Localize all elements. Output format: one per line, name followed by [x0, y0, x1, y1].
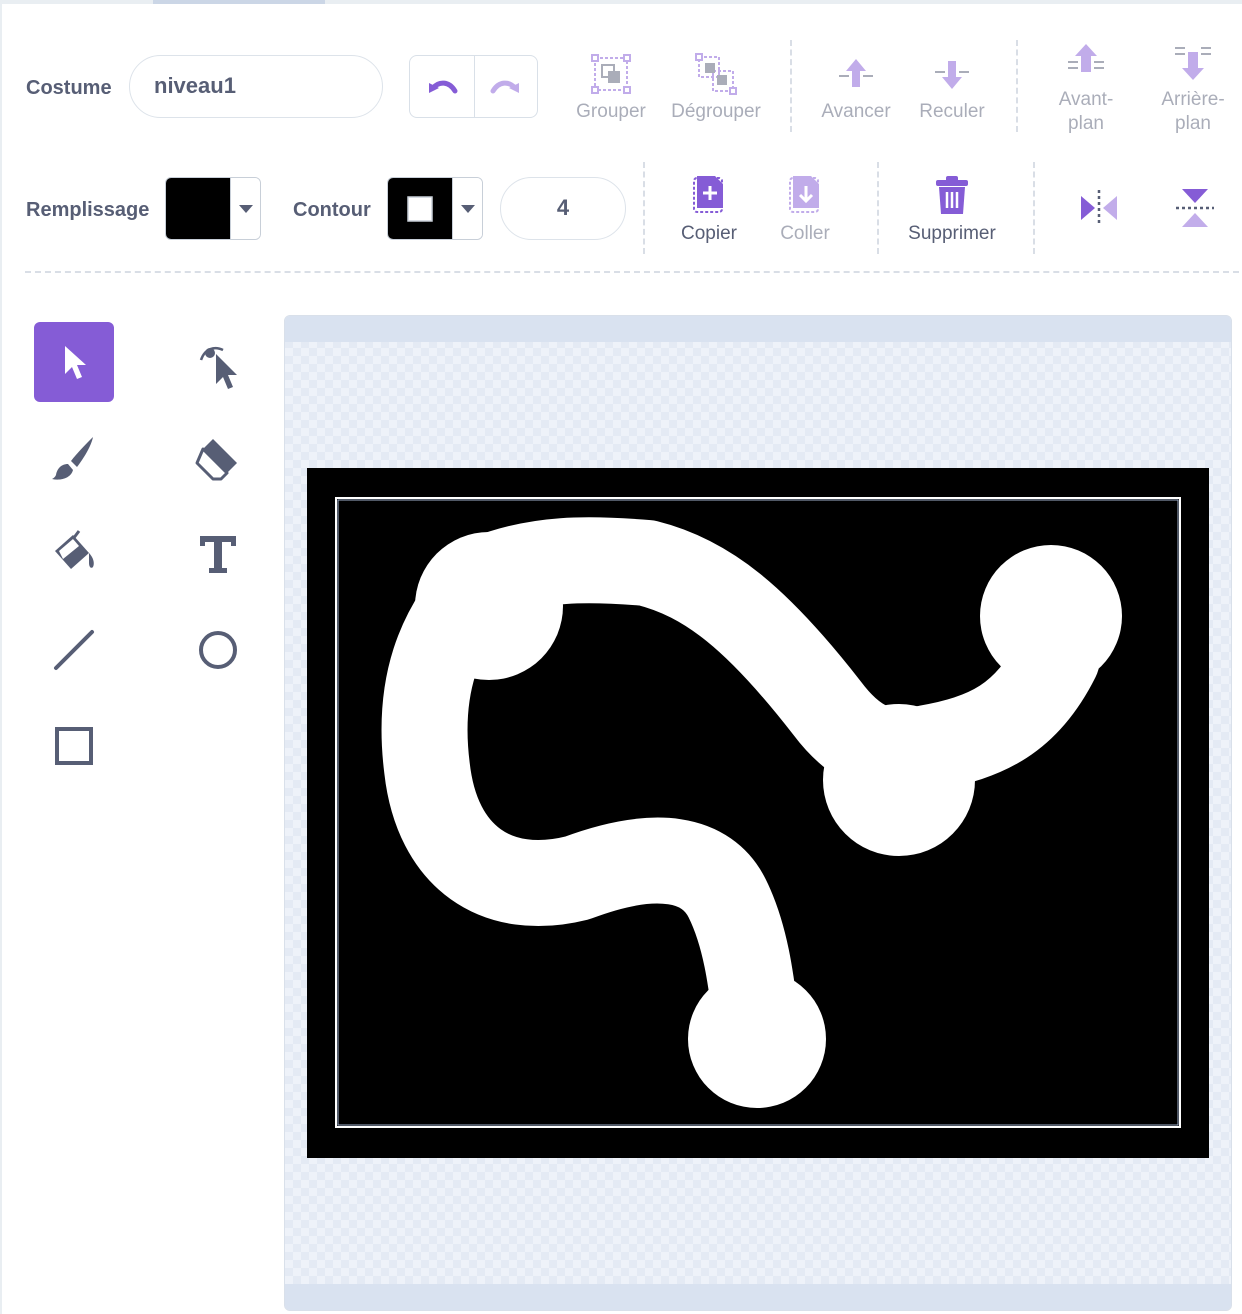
ungroup-button[interactable]: Dégrouper	[666, 50, 766, 124]
fill-dropdown-arrow[interactable]	[230, 178, 260, 239]
costume-name-input[interactable]: niveau1	[129, 55, 383, 118]
line-icon	[54, 630, 94, 670]
caret-down-icon	[238, 204, 253, 213]
flip-horizontal-button[interactable]	[1076, 188, 1122, 228]
bring-to-front-button[interactable]: Avant- plan	[1046, 40, 1126, 136]
divider	[1033, 162, 1035, 254]
copy-button[interactable]: Copier	[670, 172, 748, 246]
outline-color-picker[interactable]	[387, 177, 483, 240]
divider	[1016, 40, 1018, 132]
send-to-back-icon	[1175, 47, 1211, 80]
redo-icon	[490, 80, 519, 93]
line-tool[interactable]	[34, 610, 114, 690]
flip-vertical-icon	[1176, 189, 1214, 227]
outline-label: Contour	[293, 199, 371, 221]
backward-label: Reculer	[919, 101, 985, 122]
circle-tool[interactable]	[178, 610, 258, 690]
backward-button[interactable]: Reculer	[912, 50, 992, 124]
fill-color-swatch	[166, 178, 230, 239]
send-to-back-label-2: plan	[1175, 113, 1211, 134]
send-to-back-button[interactable]: Arrière- plan	[1150, 40, 1236, 136]
arrow-up-icon	[839, 59, 873, 87]
brush-icon	[52, 437, 93, 480]
active-tab-indicator	[153, 0, 325, 4]
divider	[790, 40, 792, 132]
eraser-icon	[195, 439, 237, 481]
drawing-canvas[interactable]	[284, 315, 1232, 1311]
canvas-bottom-band	[285, 1284, 1231, 1310]
ungroup-label: Dégrouper	[671, 101, 761, 122]
redo-button[interactable]	[473, 56, 538, 117]
paste-button[interactable]: Coller	[766, 172, 844, 246]
fill-color-picker[interactable]	[165, 177, 261, 240]
bring-to-front-label-1: Avant-	[1058, 89, 1114, 110]
fill-tool[interactable]	[34, 514, 114, 594]
undo-redo-group	[409, 55, 538, 118]
group-button[interactable]: Grouper	[568, 50, 654, 124]
copy-label: Copier	[681, 223, 737, 244]
undo-icon	[428, 80, 458, 93]
divider	[643, 162, 645, 254]
bring-to-front-label-2: plan	[1068, 113, 1104, 134]
arrow-down-icon	[935, 61, 969, 89]
top-tab-strip	[0, 0, 1242, 4]
flip-vertical-button[interactable]	[1172, 188, 1218, 228]
toolbar-divider	[25, 271, 1239, 273]
rectangle-tool[interactable]	[34, 706, 114, 786]
caret-down-icon	[460, 204, 475, 213]
copy-icon	[693, 176, 723, 213]
reshape-tool[interactable]	[178, 322, 258, 402]
forward-button[interactable]: Avancer	[816, 50, 896, 124]
cursor-icon	[65, 346, 86, 379]
divider	[877, 162, 879, 254]
select-tool[interactable]	[34, 322, 114, 402]
forward-label: Avancer	[821, 101, 891, 122]
costume-artwork[interactable]	[307, 468, 1209, 1158]
left-border	[0, 0, 2, 1314]
group-icon	[591, 54, 631, 94]
fill-label: Remplissage	[26, 199, 150, 221]
costume-label: Costume	[26, 77, 112, 99]
circle-icon	[199, 631, 237, 669]
text-tool[interactable]	[178, 514, 258, 594]
flip-horizontal-icon	[1081, 190, 1117, 226]
rectangle-icon	[55, 727, 93, 765]
delete-label: Supprimer	[908, 223, 996, 244]
text-t-icon	[200, 536, 236, 573]
paint-bucket-icon	[55, 530, 94, 569]
outline-dropdown-arrow[interactable]	[452, 178, 482, 239]
reshape-icon	[199, 346, 237, 389]
outline-color-swatch	[388, 178, 452, 239]
paste-label: Coller	[780, 223, 830, 244]
outline-square-icon	[407, 195, 433, 222]
send-to-back-label-1: Arrière-	[1161, 89, 1225, 110]
group-label: Grouper	[576, 101, 646, 122]
delete-button[interactable]: Supprimer	[900, 172, 1004, 246]
trash-icon	[936, 176, 968, 214]
paste-icon	[789, 176, 819, 213]
ungroup-icon	[695, 53, 737, 95]
undo-button[interactable]	[410, 56, 474, 117]
outline-width-input[interactable]: 4	[500, 177, 626, 240]
eraser-tool[interactable]	[178, 418, 258, 498]
canvas-top-band	[285, 316, 1231, 342]
brush-tool[interactable]	[34, 418, 114, 498]
bring-to-front-icon	[1068, 44, 1104, 72]
